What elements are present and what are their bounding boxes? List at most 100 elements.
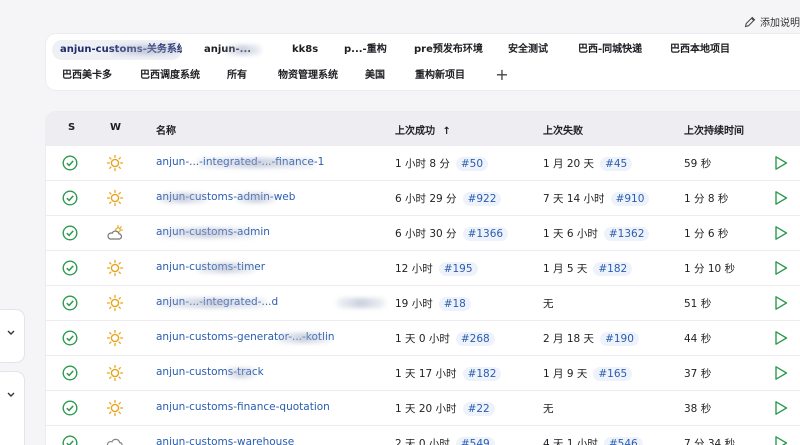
- tab-label: pre预发布环境: [414, 44, 483, 55]
- last-failure-build-link[interactable]: #546: [603, 437, 643, 445]
- header-last-failure[interactable]: 上次失败: [543, 122, 583, 137]
- tab-label: p...-重构: [344, 44, 387, 55]
- last-success-time: 1 天 20 小时: [395, 403, 457, 415]
- plus-icon[interactable]: +: [494, 67, 510, 84]
- last-success-build-link[interactable]: #195: [438, 262, 478, 276]
- check-circle-icon: [62, 400, 78, 416]
- play-icon[interactable]: [774, 400, 788, 416]
- tab-anjun-2[interactable]: anjun-...: [196, 40, 264, 60]
- last-success-build-link[interactable]: #1366: [462, 227, 509, 241]
- sun-icon: [106, 294, 124, 312]
- redaction-mask: [196, 158, 316, 168]
- last-failure-build-link[interactable]: #165: [593, 367, 633, 381]
- tab-label: 巴西美卡多: [62, 70, 112, 81]
- check-circle-icon: [62, 330, 78, 346]
- last-success-build-link[interactable]: #922: [462, 192, 502, 206]
- play-icon[interactable]: [774, 330, 788, 346]
- last-failure-cell: 1 天 6 小时 #1362: [543, 226, 650, 241]
- redaction-mask: [276, 333, 331, 343]
- top-bar: 添加说明: [0, 0, 800, 36]
- tab-brazil-dispatch[interactable]: 巴西调度系统: [132, 66, 208, 86]
- last-success-time: 2 天 0 小时: [395, 438, 450, 445]
- tab-all[interactable]: 所有: [219, 66, 255, 86]
- last-failure-build-link[interactable]: #910: [610, 192, 650, 206]
- last-success-time: 19 小时: [395, 298, 433, 310]
- last-duration-cell: 1 分 10 秒: [684, 263, 736, 275]
- play-icon[interactable]: [774, 155, 788, 171]
- last-failure-time: 无: [543, 403, 554, 415]
- last-failure-time: 4 天 1 小时: [543, 438, 598, 445]
- tab-kk8s[interactable]: kk8s: [284, 40, 326, 60]
- check-circle-icon: [62, 365, 78, 381]
- tab-usa[interactable]: 美国: [357, 66, 393, 86]
- play-icon[interactable]: [774, 225, 788, 241]
- chevron-down-icon: [7, 392, 15, 397]
- play-icon[interactable]: [774, 190, 788, 206]
- tab-refactor[interactable]: p...-重构: [336, 40, 395, 60]
- table-row: anjun-...-integrated-...d19 小时#18无51 秒: [46, 285, 800, 320]
- play-icon[interactable]: [774, 260, 788, 276]
- tab-pre-env[interactable]: pre预发布环境: [406, 40, 491, 60]
- sort-ascending-icon: ↑: [442, 126, 451, 137]
- tab-brazil-express[interactable]: 巴西-同城快递: [570, 40, 650, 60]
- tab-material-mgmt[interactable]: 物资管理系统: [270, 66, 346, 86]
- header-weather[interactable]: W: [110, 122, 121, 133]
- last-success-time: 1 小时 8 分: [395, 158, 450, 170]
- redaction-mask: [224, 45, 262, 55]
- table-row: anjun-customs-warehouse 2 天 0 小时 #549 4 天 1…: [46, 425, 800, 445]
- last-success-time: 12 小时: [395, 263, 433, 275]
- last-success-cell: 6 小时 30 分 #1366: [395, 226, 509, 241]
- sun-icon: [106, 399, 124, 417]
- last-success-build-link[interactable]: #549: [455, 437, 495, 445]
- last-success-build-link[interactable]: #182: [462, 367, 502, 381]
- last-failure-time: 无: [543, 298, 554, 310]
- left-panel-collapsible-2[interactable]: [0, 372, 24, 445]
- last-success-time: 1 天 17 小时: [395, 368, 457, 380]
- header-last-duration[interactable]: 上次持续时间: [684, 122, 744, 137]
- last-failure-build-link[interactable]: #182: [593, 262, 633, 276]
- tab-brazil-local[interactable]: 巴西本地项目: [662, 40, 738, 60]
- tab-brazil-mercado[interactable]: 巴西美卡多: [54, 66, 120, 86]
- header-name[interactable]: 名称: [156, 122, 176, 137]
- tab-label: 物资管理系统: [278, 70, 338, 81]
- last-failure-build-link[interactable]: #1362: [603, 227, 650, 241]
- play-icon[interactable]: [774, 365, 788, 381]
- header-status[interactable]: S: [68, 122, 75, 133]
- table-row: anjun-customs-generator-...-kotlin 1 天 0 …: [46, 320, 800, 355]
- redaction-mask: [336, 298, 386, 308]
- tab-refactor-new[interactable]: 重构新项目: [407, 66, 473, 86]
- last-duration-cell: 7 分 34 秒: [684, 438, 736, 445]
- redaction-mask: [196, 263, 256, 273]
- add-description-button[interactable]: 添加说明: [744, 14, 800, 29]
- sun-icon: [106, 259, 124, 277]
- play-icon[interactable]: [774, 295, 788, 311]
- last-failure-build-link[interactable]: #45: [600, 157, 633, 171]
- last-success-build-link[interactable]: #22: [462, 402, 495, 416]
- check-circle-icon: [62, 260, 78, 276]
- table-row: anjun-customs-track 1 天 17 小时 #182 1 月 9 天 #…: [46, 355, 800, 390]
- tab-anjun-customs[interactable]: anjun-customs-关务系统: [52, 40, 182, 60]
- last-success-cell: 1 天 17 小时 #182: [395, 366, 502, 381]
- redaction-mask: [158, 228, 258, 238]
- header-last-success[interactable]: 上次成功 ↑: [395, 122, 451, 137]
- tab-security-test[interactable]: 安全测试: [500, 40, 556, 60]
- last-failure-cell: 无: [543, 401, 554, 416]
- sun-icon: [106, 189, 124, 207]
- last-failure-time: 1 月 20 天: [543, 158, 595, 170]
- play-icon[interactable]: [774, 435, 788, 445]
- last-duration-cell: 59 秒: [684, 158, 712, 170]
- last-success-build-link[interactable]: #50: [455, 157, 489, 171]
- last-success-build-link[interactable]: #18: [438, 297, 471, 311]
- last-failure-build-link[interactable]: #190: [600, 332, 639, 346]
- job-name-link[interactable]: anjun-customs-finance-quotation: [156, 401, 330, 413]
- job-name-link[interactable]: anjun-customs-warehouse: [156, 436, 294, 445]
- header-last-success-label: 上次成功: [395, 126, 435, 137]
- view-tabs: anjun-customs-关务系统 anjun-... kk8s p...-重…: [46, 34, 800, 90]
- redaction-mask: [110, 45, 180, 55]
- last-success-build-link[interactable]: #268: [455, 332, 495, 346]
- left-panel-collapsible-1[interactable]: [0, 310, 24, 362]
- check-circle-icon: [62, 190, 78, 206]
- last-duration-cell: 1 分 6 秒: [684, 228, 729, 240]
- chevron-down-icon: [7, 330, 15, 335]
- tab-label: 美国: [365, 70, 385, 81]
